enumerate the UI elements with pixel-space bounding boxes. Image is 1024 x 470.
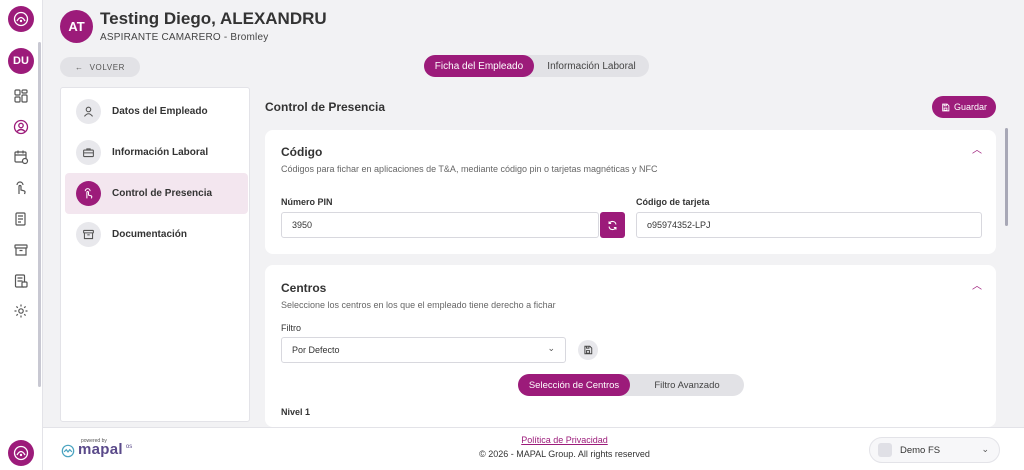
refresh-icon bbox=[608, 220, 617, 230]
level-label: Nivel 1 bbox=[281, 407, 311, 417]
employee-avatar: AT bbox=[60, 10, 93, 43]
privacy-policy-link[interactable]: Política de Privacidad bbox=[443, 435, 686, 445]
pin-input[interactable]: 3950 bbox=[281, 212, 599, 238]
tab-seleccion-de-centros[interactable]: Selección de Centros bbox=[518, 374, 630, 396]
rail-scrollbar[interactable] bbox=[38, 42, 41, 387]
chevron-up-icon[interactable]: ︿ bbox=[972, 141, 982, 156]
codigo-card-title: Código bbox=[281, 145, 323, 159]
codigo-card-description: Códigos para fichar en aplicaciones de T… bbox=[281, 164, 658, 174]
document-list-icon[interactable] bbox=[11, 209, 31, 229]
dashboard-icon[interactable] bbox=[11, 86, 31, 106]
copyright-text: © 2026 - MAPAL Group. All rights reserve… bbox=[479, 449, 650, 459]
menu-item-documentacion[interactable]: Documentación bbox=[65, 214, 248, 255]
tab-informacion-laboral[interactable]: Información Laboral bbox=[534, 55, 649, 77]
hand-touch-icon bbox=[76, 181, 101, 206]
menu-item-datos-del-empleado[interactable]: Datos del Empleado bbox=[65, 91, 248, 132]
chevron-down-icon: ⌄ bbox=[547, 343, 555, 353]
save-button-label: Guardar bbox=[953, 102, 988, 112]
filter-select-value: Por Defecto bbox=[292, 345, 340, 355]
save-icon bbox=[942, 103, 950, 111]
tenant-icon bbox=[878, 443, 892, 457]
menu-item-label: Datos del Empleado bbox=[112, 106, 208, 117]
pin-label: Número PIN bbox=[281, 197, 333, 207]
chevron-up-icon[interactable]: ︿ bbox=[972, 277, 982, 292]
top-tabs: Ficha del Empleado Información Laboral bbox=[424, 55, 649, 77]
menu-item-label: Control de Presencia bbox=[112, 188, 213, 199]
employee-name: Testing Diego, ALEXANDRU bbox=[100, 9, 327, 28]
left-rail: DU bbox=[0, 0, 43, 470]
menu-item-control-de-presencia[interactable]: Control de Presencia bbox=[65, 173, 248, 214]
briefcase-icon bbox=[76, 140, 101, 165]
archive-icon[interactable] bbox=[11, 240, 31, 260]
back-button-label: VOLVER bbox=[89, 62, 126, 72]
page-footer: powered by mapal os Política de Privacid… bbox=[43, 427, 1024, 470]
app-logo-icon[interactable] bbox=[8, 6, 34, 32]
brand-suffix: os bbox=[125, 444, 133, 450]
employee-role: ASPIRANTE CAMARERO - Bromley bbox=[100, 32, 269, 43]
powered-by-label: powered by bbox=[81, 438, 107, 444]
save-icon bbox=[584, 345, 593, 355]
centros-card-title: Centros bbox=[281, 281, 327, 295]
mapal-logo: powered by mapal os bbox=[61, 438, 133, 458]
tenant-name: Demo FS bbox=[900, 444, 941, 456]
save-filter-button[interactable] bbox=[578, 340, 598, 360]
section-title: Control de Presencia bbox=[265, 100, 386, 114]
page-header: AT Testing Diego, ALEXANDRU ASPIRANTE CA… bbox=[43, 0, 1024, 52]
menu-item-label: Documentación bbox=[112, 229, 188, 240]
card-code-label: Código de tarjeta bbox=[636, 197, 710, 207]
save-button[interactable]: Guardar bbox=[932, 96, 996, 118]
person-icon bbox=[76, 99, 101, 124]
tenant-selector[interactable]: Demo FS ⌄ bbox=[869, 437, 1000, 463]
back-button[interactable]: ← VOLVER bbox=[60, 57, 140, 77]
codigo-card: Código Códigos para fichar en aplicacion… bbox=[265, 130, 996, 254]
filter-select[interactable]: Por Defecto ⌄ bbox=[281, 337, 566, 363]
archive-icon bbox=[76, 222, 101, 247]
section-menu: Datos del Empleado Información Laboral C… bbox=[60, 87, 250, 422]
app-logo-bottom-icon[interactable] bbox=[8, 440, 34, 466]
tab-ficha-del-empleado[interactable]: Ficha del Empleado bbox=[424, 55, 534, 77]
centros-card: Centros Seleccione los centros en los qu… bbox=[265, 265, 996, 427]
calendar-clock-icon[interactable] bbox=[11, 147, 31, 167]
regenerate-pin-button[interactable] bbox=[600, 212, 625, 238]
footer-links: Política de Privacidad © 2026 - MAPAL Gr… bbox=[443, 435, 686, 459]
chevron-down-icon: ⌄ bbox=[981, 444, 989, 454]
user-avatar[interactable]: DU bbox=[8, 48, 34, 74]
menu-item-informacion-laboral[interactable]: Información Laboral bbox=[65, 132, 248, 173]
card-code-input[interactable]: o95974352-LPJ bbox=[636, 212, 982, 238]
main-scrollbar[interactable] bbox=[1005, 128, 1008, 226]
menu-item-label: Información Laboral bbox=[112, 147, 209, 158]
centros-card-description: Seleccione los centros en los que el emp… bbox=[281, 300, 556, 310]
centros-subtabs: Selección de Centros Filtro Avanzado bbox=[518, 374, 744, 396]
report-icon[interactable] bbox=[11, 271, 31, 291]
tab-filtro-avanzado[interactable]: Filtro Avanzado bbox=[630, 374, 744, 396]
hand-touch-icon[interactable] bbox=[11, 178, 31, 198]
arrow-left-icon: ← bbox=[74, 62, 84, 72]
user-circle-icon[interactable] bbox=[11, 117, 31, 137]
mapal-mark-icon bbox=[61, 444, 75, 458]
settings-icon[interactable] bbox=[11, 301, 31, 321]
filter-label: Filtro bbox=[281, 323, 301, 333]
